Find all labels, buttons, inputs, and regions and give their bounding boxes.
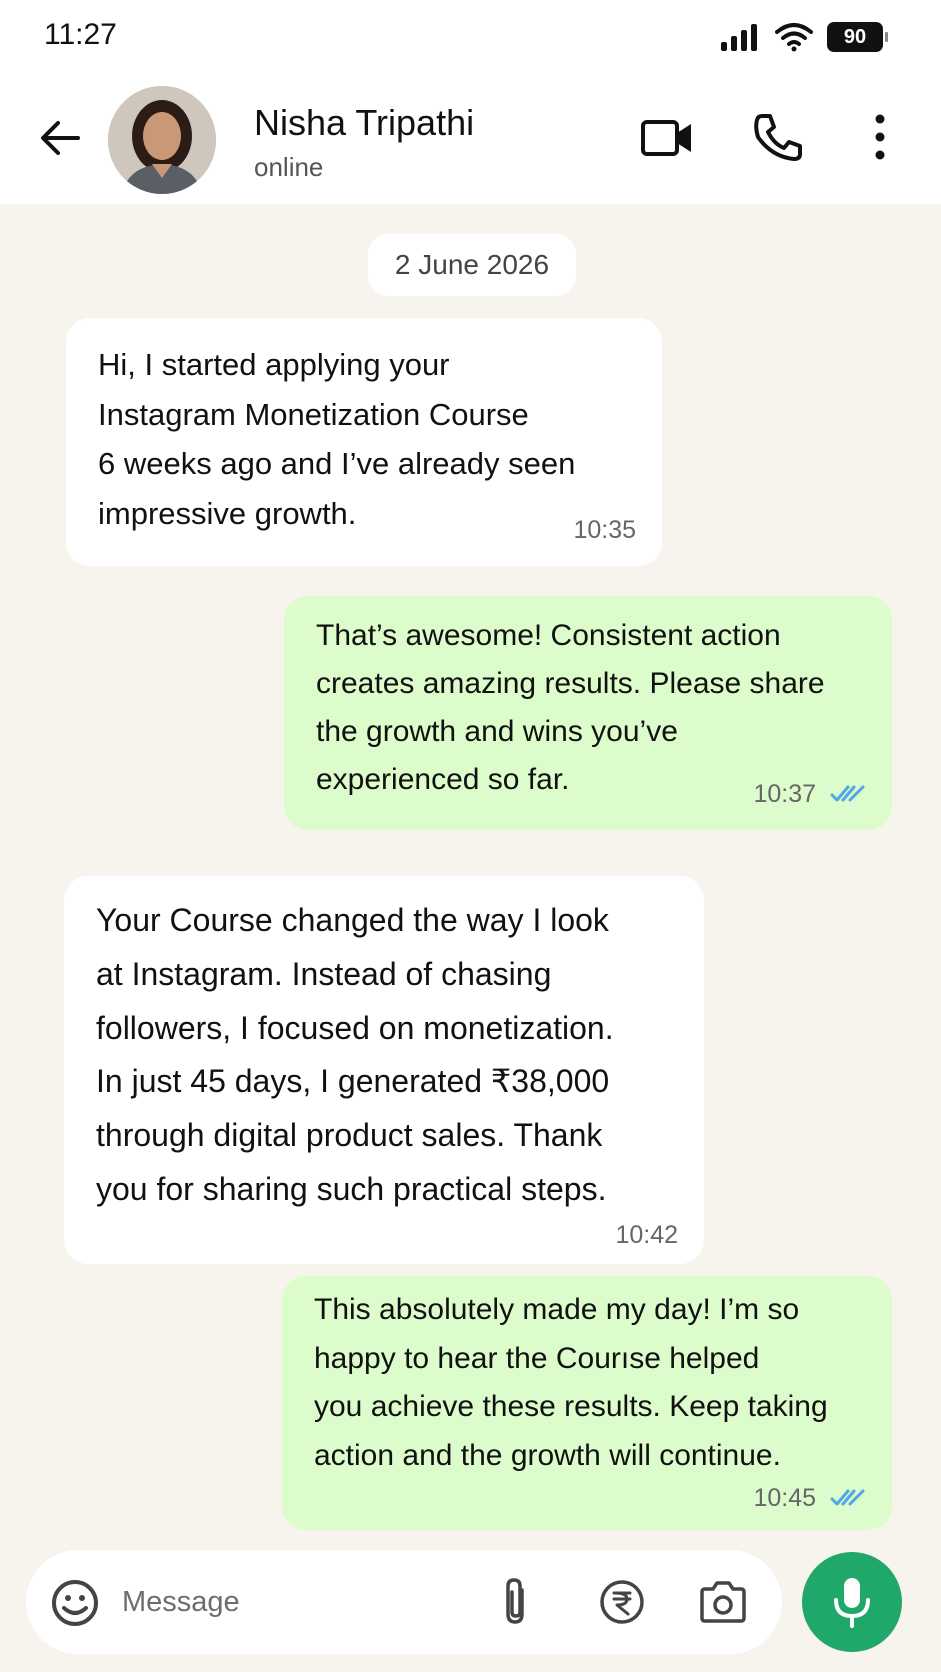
message-line: impressive growth. — [98, 495, 357, 531]
timestamp: 10:42 — [615, 1221, 678, 1249]
signal-icon — [721, 23, 761, 51]
message-line: you achieve these results. Keep taking — [314, 1390, 828, 1424]
double-check-icon — [830, 785, 865, 802]
message-line: through digital product sales. Thank — [96, 1117, 603, 1153]
message-line: Instagram Monetization Course — [98, 396, 529, 432]
timestamp: 10:45 — [753, 1483, 816, 1512]
message-time: 10:37 — [753, 774, 866, 814]
message-line: creates amazing results. Please share — [316, 667, 825, 700]
message-time: 10:42 — [615, 1214, 678, 1256]
emoji-icon[interactable] — [50, 1578, 100, 1628]
message-composer — [26, 1550, 782, 1654]
message-line: followers, I focused on monetization. — [96, 1009, 614, 1046]
message-line: you for sharing such practical steps. — [96, 1170, 607, 1207]
message-line: happy to hear the Courıse helped — [314, 1341, 760, 1375]
wifi-icon — [775, 23, 813, 52]
camera-icon[interactable] — [698, 1580, 748, 1624]
contact-status: online — [254, 152, 324, 182]
message-line: action and the growth will continue. — [314, 1438, 781, 1472]
message-line: That’s awesome! Consistent action — [316, 619, 781, 652]
status-bar: 11:27 90 — [0, 0, 941, 72]
timestamp: 10:35 — [573, 516, 636, 544]
date-divider: 2 June 2026 — [368, 234, 576, 296]
rupee-icon[interactable] — [598, 1578, 646, 1626]
battery-icon: 90 — [827, 22, 888, 52]
double-check-icon — [830, 1489, 865, 1506]
message-line: Your Course changed the way I look — [96, 902, 609, 938]
back-arrow-icon[interactable] — [38, 116, 82, 160]
message-line: This absolutely made my day! I’m so — [314, 1293, 800, 1326]
message-time: 10:45 — [753, 1478, 866, 1519]
message-line: at Instagram. Instead of chasing — [96, 955, 552, 992]
message-outgoing[interactable]: That’s awesome! Consistent action create… — [284, 596, 892, 830]
contact-name[interactable]: Nisha Tripathi — [254, 102, 474, 144]
phone-icon[interactable] — [752, 112, 804, 162]
status-icons: 90 — [721, 20, 888, 54]
more-vertical-icon[interactable] — [866, 112, 894, 162]
message-time: 10:35 — [573, 510, 636, 550]
message-incoming[interactable]: Hi, I started applying your Instagram Mo… — [66, 318, 662, 566]
voice-message-button[interactable] — [802, 1552, 902, 1652]
message-line: the growth and wins you’ve — [316, 715, 678, 748]
chat-header: Nisha Tripathi online — [0, 72, 941, 204]
timestamp: 10:37 — [753, 780, 816, 808]
avatar[interactable] — [108, 86, 216, 194]
message-incoming[interactable]: Your Course changed the way I look at In… — [64, 876, 704, 1264]
message-line: 6 weeks ago and I’ve already seen — [98, 446, 576, 482]
status-time: 11:27 — [44, 18, 117, 51]
message-input[interactable] — [122, 1572, 482, 1632]
message-line: In just 45 days, I generated ₹38,000 — [96, 1063, 610, 1100]
microphone-icon — [834, 1578, 870, 1628]
paperclip-icon[interactable] — [496, 1576, 536, 1628]
video-camera-icon[interactable] — [640, 114, 694, 162]
message-outgoing[interactable]: This absolutely made my day! I’m so happ… — [282, 1276, 892, 1530]
chat-area[interactable]: 2 June 2026 Hi, I started applying your … — [0, 204, 941, 1544]
message-line: Hi, I started applying your — [98, 347, 450, 382]
avatar-photo — [108, 86, 216, 194]
